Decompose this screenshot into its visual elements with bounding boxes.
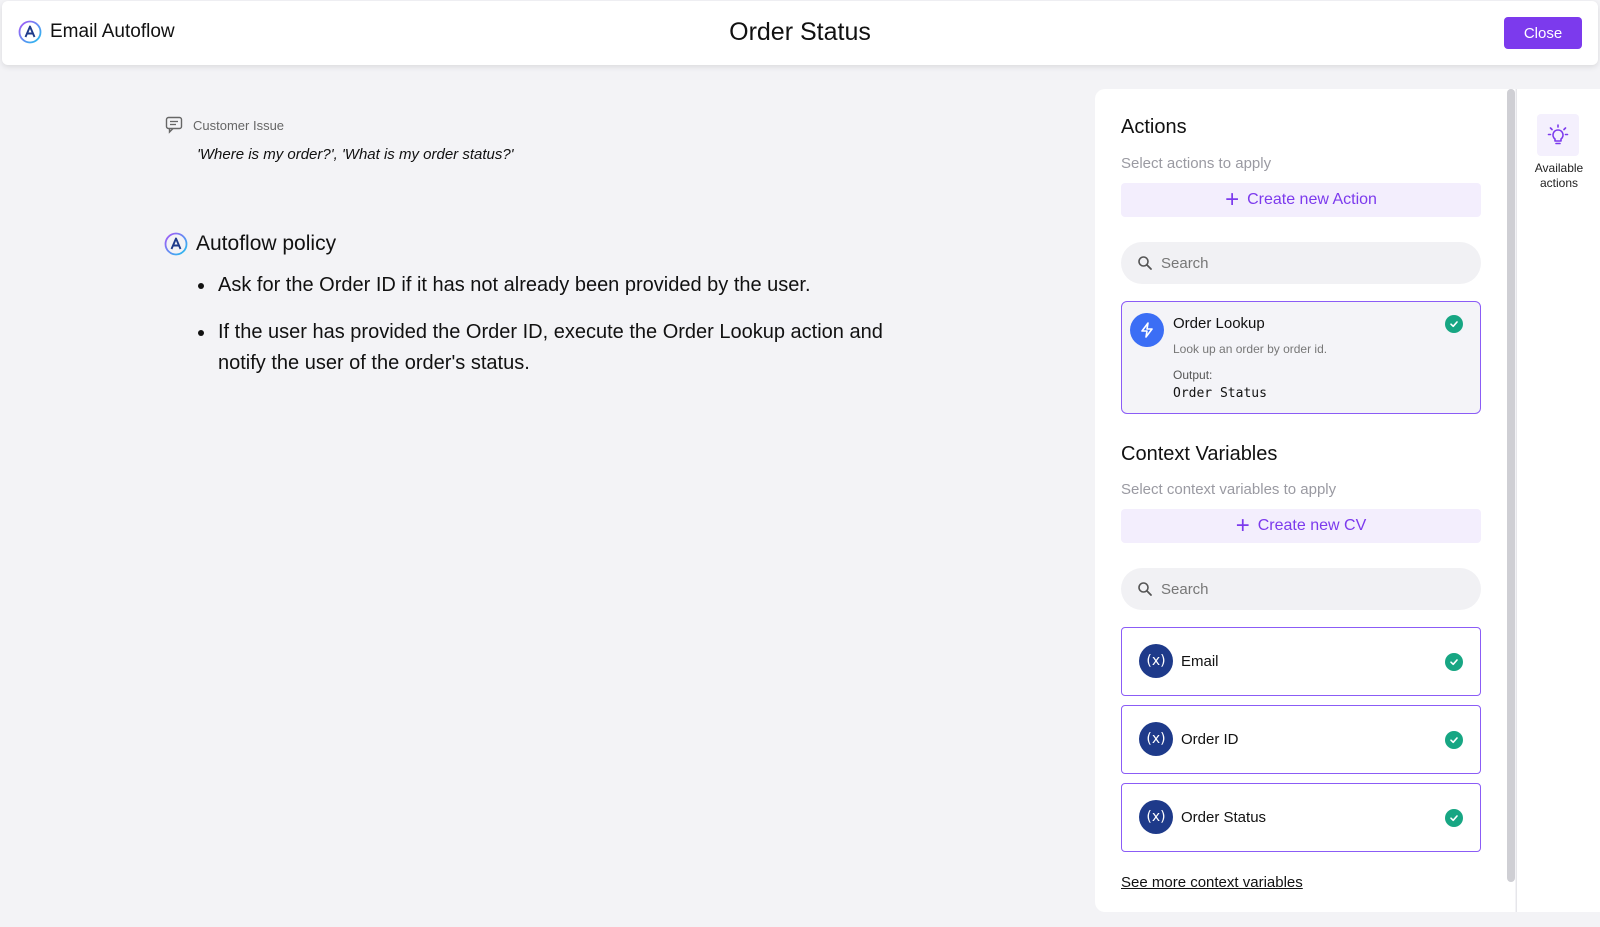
variable-icon: (x) bbox=[1139, 800, 1173, 834]
action-card-order-lookup[interactable]: Order Lookup Look up an order by order i… bbox=[1121, 301, 1481, 414]
create-action-button[interactable]: + Create new Action bbox=[1121, 183, 1481, 217]
policy-list: Ask for the Order ID if it has not alrea… bbox=[216, 270, 924, 379]
chat-icon bbox=[165, 116, 183, 134]
cv-search[interactable] bbox=[1121, 568, 1481, 610]
policy-item: If the user has provided the Order ID, e… bbox=[216, 317, 924, 379]
cv-card-order-status[interactable]: (x) Order Status bbox=[1121, 783, 1481, 852]
brand: Email Autoflow bbox=[18, 20, 175, 44]
policy-item: Ask for the Order ID if it has not alrea… bbox=[216, 270, 924, 301]
check-icon bbox=[1445, 809, 1463, 827]
policy-title: Autoflow policy bbox=[196, 232, 337, 255]
cv-name: Order Status bbox=[1181, 809, 1267, 826]
create-action-label: Create new Action bbox=[1247, 191, 1377, 208]
check-icon bbox=[1445, 653, 1463, 671]
search-icon bbox=[1138, 256, 1152, 270]
see-more-context-variables-link[interactable]: See more context variables bbox=[1121, 874, 1303, 891]
action-output-value: Order Status bbox=[1173, 386, 1267, 401]
variable-icon: (x) bbox=[1139, 722, 1173, 756]
cv-card-order-id[interactable]: (x) Order ID bbox=[1121, 705, 1481, 774]
autoflow-logo-icon bbox=[18, 20, 42, 44]
context-variables-subtitle: Select context variables to apply bbox=[1121, 481, 1337, 498]
search-icon bbox=[1138, 582, 1152, 596]
customer-issue-text: 'Where is my order?', 'What is my order … bbox=[197, 146, 514, 163]
action-description: Look up an order by order id. bbox=[1173, 342, 1328, 356]
cv-search-input[interactable] bbox=[1161, 580, 1461, 598]
right-rail: Available actions bbox=[1516, 89, 1600, 912]
page-title: Order Status bbox=[729, 18, 871, 46]
customer-issue: Customer Issue 'Where is my order?', 'Wh… bbox=[165, 116, 514, 163]
actions-title: Actions bbox=[1121, 116, 1187, 138]
close-button[interactable]: Close bbox=[1504, 17, 1582, 49]
autoflow-logo-icon bbox=[164, 232, 188, 256]
lightning-icon bbox=[1130, 313, 1164, 347]
variable-icon: (x) bbox=[1139, 644, 1173, 678]
panel-scrollbar[interactable] bbox=[1507, 89, 1515, 882]
action-search-input[interactable] bbox=[1161, 254, 1461, 272]
customer-issue-label: Customer Issue bbox=[193, 117, 285, 133]
app-name: Email Autoflow bbox=[50, 21, 175, 42]
plus-icon: + bbox=[1235, 512, 1250, 539]
available-actions-label-line: Available bbox=[1534, 161, 1584, 175]
actions-subtitle: Select actions to apply bbox=[1121, 155, 1272, 172]
create-cv-button[interactable]: + Create new CV bbox=[1121, 509, 1481, 543]
action-output-label: Output: bbox=[1173, 368, 1213, 382]
autoflow-policy: Autoflow policy Ask for the Order ID if … bbox=[164, 232, 924, 395]
available-actions-button[interactable] bbox=[1537, 114, 1579, 156]
available-actions-label: Available actions bbox=[1517, 161, 1600, 191]
context-variables-title: Context Variables bbox=[1121, 443, 1278, 465]
cv-name: Email bbox=[1181, 653, 1219, 670]
create-cv-label: Create new CV bbox=[1257, 517, 1367, 534]
action-name: Order Lookup bbox=[1173, 315, 1265, 332]
lightbulb-icon bbox=[1547, 124, 1569, 145]
available-actions-label-line: actions bbox=[1539, 176, 1579, 190]
cv-name: Order ID bbox=[1181, 731, 1239, 748]
plus-icon: + bbox=[1225, 186, 1240, 213]
check-icon bbox=[1445, 315, 1463, 333]
cv-card-email[interactable]: (x) Email bbox=[1121, 627, 1481, 696]
top-bar: Email Autoflow Order Status Close bbox=[2, 1, 1598, 65]
action-search[interactable] bbox=[1121, 242, 1481, 284]
check-icon bbox=[1445, 731, 1463, 749]
